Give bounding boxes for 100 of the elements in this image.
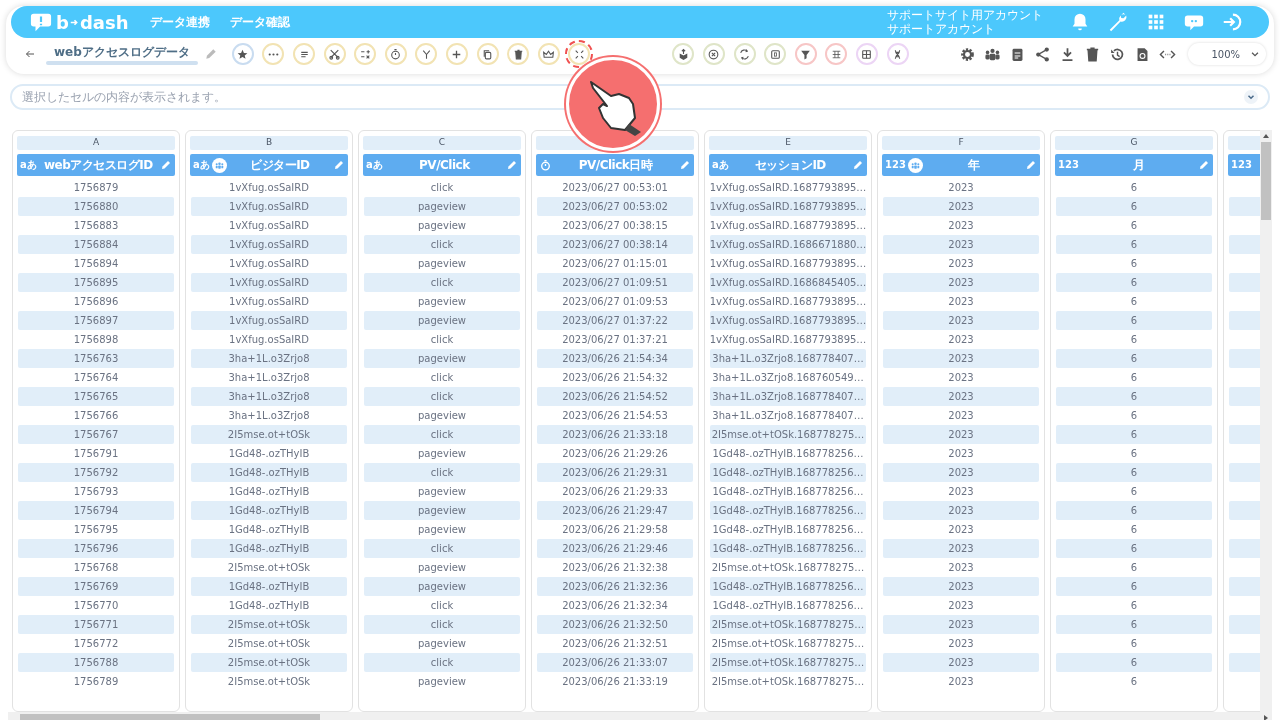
table-cell[interactable]: 2I5mse.ot+tOSk.168778275… bbox=[710, 425, 866, 444]
table-cell[interactable]: pageview bbox=[364, 254, 520, 273]
tool-button[interactable] bbox=[507, 43, 530, 65]
table-cell[interactable]: 6 bbox=[1056, 273, 1212, 292]
table-cell[interactable]: 3ha+1L.o3Zrjo8 bbox=[191, 387, 347, 406]
table-cell[interactable]: 1756883 bbox=[18, 216, 174, 235]
table-cell[interactable]: pageview bbox=[364, 444, 520, 463]
table-cell[interactable]: pageview bbox=[364, 672, 520, 691]
table-cell[interactable]: click bbox=[364, 615, 520, 634]
table-cell[interactable]: 1vXfug.osSaIRD bbox=[191, 292, 347, 311]
table-cell[interactable]: 2023 bbox=[883, 425, 1039, 444]
scroll-thumb[interactable] bbox=[1261, 142, 1271, 220]
table-cell[interactable]: click bbox=[364, 463, 520, 482]
table-cell[interactable]: 2023/06/26 21:33:18 bbox=[537, 425, 693, 444]
table-cell[interactable]: 1756789 bbox=[18, 672, 174, 691]
table-cell[interactable]: 1756898 bbox=[18, 330, 174, 349]
tool-button[interactable] bbox=[733, 43, 756, 65]
table-cell[interactable]: 1vXfug.osSaIRD.1686671880… bbox=[710, 235, 866, 254]
table-cell[interactable]: 2023/06/26 21:33:19 bbox=[537, 672, 693, 691]
zoom-dropdown[interactable]: 100% bbox=[1188, 43, 1266, 65]
table-cell[interactable]: 2023/06/27 01:09:51 bbox=[537, 273, 693, 292]
table-cell[interactable]: 3ha+1L.o3Zrjo8 bbox=[191, 406, 347, 425]
table-cell[interactable]: 1756765 bbox=[18, 387, 174, 406]
tool-button[interactable] bbox=[415, 43, 438, 65]
table-cell[interactable]: 1vXfug.osSaIRD.1687793895… bbox=[710, 178, 866, 197]
table-cell[interactable]: 2023/06/27 00:38:14 bbox=[537, 235, 693, 254]
table-cell[interactable]: 6 bbox=[1056, 178, 1212, 197]
table-cell[interactable]: 1Gd48-.ozTHyIB bbox=[191, 444, 347, 463]
table-cell[interactable]: 6 bbox=[1056, 216, 1212, 235]
table-cell[interactable]: 2023/06/26 21:29:33 bbox=[537, 482, 693, 501]
table-cell[interactable]: 2023 bbox=[883, 672, 1039, 691]
tool-button[interactable] bbox=[446, 43, 468, 65]
pencil-icon[interactable] bbox=[1025, 159, 1037, 171]
pencil-icon[interactable] bbox=[160, 159, 172, 171]
table-cell[interactable]: 6 bbox=[1056, 672, 1212, 691]
table-cell[interactable]: 1vXfug.osSaIRD.1687793895… bbox=[710, 197, 866, 216]
table-cell[interactable]: 2I5mse.ot+tOSk bbox=[191, 615, 347, 634]
table-cell[interactable]: 2023 bbox=[883, 216, 1039, 235]
table-cell[interactable]: 1Gd48-.ozTHyIB.168778256… bbox=[710, 482, 866, 501]
table-cell[interactable]: 2023 bbox=[883, 596, 1039, 615]
table-cell[interactable]: 6 bbox=[1056, 387, 1212, 406]
table-cell[interactable]: 2023/06/26 21:29:31 bbox=[537, 463, 693, 482]
table-cell[interactable]: 1vXfug.osSaIRD.1686845405… bbox=[710, 273, 866, 292]
table-cell[interactable]: 1Gd48-.ozTHyIB bbox=[191, 463, 347, 482]
table-cell[interactable]: 1vXfug.osSaIRD bbox=[191, 273, 347, 292]
table-cell[interactable]: 1vXfug.osSaIRD bbox=[191, 311, 347, 330]
cell-viewer-field[interactable]: 選択したセルの内容が表示されます。 bbox=[10, 84, 1270, 110]
table-cell[interactable]: 1756879 bbox=[18, 178, 174, 197]
tool-button[interactable] bbox=[794, 43, 817, 65]
table-cell[interactable]: 6 bbox=[1056, 634, 1212, 653]
table-cell[interactable]: 2023/06/26 21:54:32 bbox=[537, 368, 693, 387]
table-cell[interactable]: 6 bbox=[1056, 444, 1212, 463]
table-cell[interactable]: 2023 bbox=[883, 558, 1039, 577]
table-cell[interactable]: 1vXfug.osSaIRD.1687793895… bbox=[710, 330, 866, 349]
table-cell[interactable]: 1vXfug.osSaIRD.1687793895… bbox=[710, 216, 866, 235]
table-cell[interactable]: 2023 bbox=[883, 615, 1039, 634]
table-cell[interactable]: 1756880 bbox=[18, 197, 174, 216]
table-cell[interactable]: 1vXfug.osSaIRD bbox=[191, 178, 347, 197]
table-cell[interactable]: 2023 bbox=[883, 463, 1039, 482]
table-cell[interactable]: 2023/06/26 21:54:52 bbox=[537, 387, 693, 406]
title-field[interactable]: webアクセスログデータ bbox=[46, 43, 198, 61]
table-cell[interactable]: 1Gd48-.ozTHyIB.168778256… bbox=[710, 577, 866, 596]
pencil-icon[interactable] bbox=[852, 159, 864, 171]
table-cell[interactable]: 1Gd48-.ozTHyIB bbox=[191, 596, 347, 615]
table-cell[interactable]: pageview bbox=[364, 634, 520, 653]
table-cell[interactable]: 2023/06/26 21:54:34 bbox=[537, 349, 693, 368]
pencil-icon[interactable] bbox=[679, 159, 691, 171]
table-cell[interactable]: 2023 bbox=[883, 292, 1039, 311]
table-cell[interactable]: 2023 bbox=[883, 235, 1039, 254]
settings-icon[interactable] bbox=[959, 45, 976, 63]
table-cell[interactable]: 1vXfug.osSaIRD bbox=[191, 235, 347, 254]
column-letter-bar[interactable]: A bbox=[17, 136, 175, 150]
back-arrow-icon[interactable] bbox=[24, 48, 36, 60]
table-cell[interactable]: 2023 bbox=[883, 634, 1039, 653]
table-cell[interactable]: 2023/06/27 00:53:02 bbox=[537, 197, 693, 216]
table-cell[interactable]: 2023 bbox=[883, 482, 1039, 501]
table-cell[interactable]: click bbox=[364, 273, 520, 292]
table-cell[interactable]: 3ha+1L.o3Zrjo8.168778407… bbox=[710, 406, 866, 425]
table-cell[interactable]: 2023 bbox=[883, 273, 1039, 292]
table-cell[interactable]: 2I5mse.ot+tOSk bbox=[191, 634, 347, 653]
tool-button[interactable] bbox=[672, 43, 695, 65]
pencil-icon[interactable] bbox=[506, 159, 518, 171]
tool-button[interactable] bbox=[825, 43, 848, 65]
table-cell[interactable]: 2023/06/26 21:29:47 bbox=[537, 501, 693, 520]
table-cell[interactable]: 2023/06/27 01:09:53 bbox=[537, 292, 693, 311]
table-cell[interactable]: 2023/06/26 21:32:51 bbox=[537, 634, 693, 653]
scroll-thumb[interactable] bbox=[20, 713, 320, 720]
table-cell[interactable]: click bbox=[364, 539, 520, 558]
column-letter-bar[interactable]: G bbox=[1055, 136, 1213, 150]
tool-button[interactable] bbox=[384, 43, 407, 65]
table-cell[interactable]: 2I5mse.ot+tOSk.168778275… bbox=[710, 558, 866, 577]
table-cell[interactable]: 2023 bbox=[883, 178, 1039, 197]
table-cell[interactable]: 6 bbox=[1056, 349, 1212, 368]
tool-button[interactable] bbox=[231, 43, 254, 65]
table-cell[interactable]: 6 bbox=[1056, 368, 1212, 387]
table-cell[interactable]: pageview bbox=[364, 482, 520, 501]
table-cell[interactable]: 1756769 bbox=[18, 577, 174, 596]
table-cell[interactable]: 2023 bbox=[883, 254, 1039, 273]
table-cell[interactable]: 6 bbox=[1056, 311, 1212, 330]
vertical-scrollbar[interactable] bbox=[1260, 130, 1272, 712]
